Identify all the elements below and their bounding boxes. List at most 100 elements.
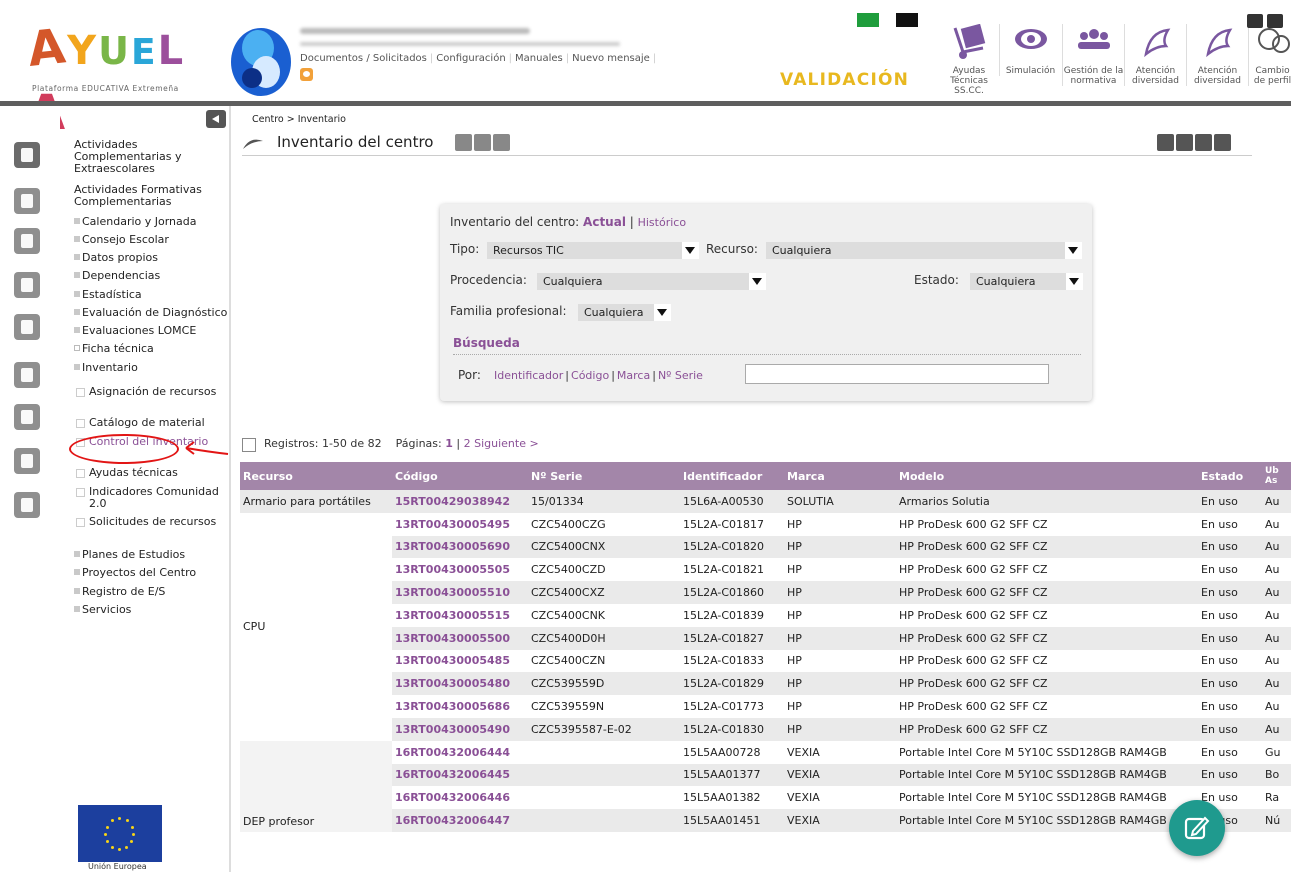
print-icon[interactable] — [493, 134, 510, 151]
cell-codigo[interactable]: 13RT00430005480 — [392, 672, 528, 696]
alumnado-icon[interactable] — [14, 272, 40, 298]
tool-ayudas-tecnicas[interactable]: Ayudas Técnicas SS.CC. — [938, 23, 1000, 96]
compose-button[interactable] — [1169, 800, 1225, 856]
search-by-marca[interactable]: Marca — [617, 369, 650, 382]
search-by-identificador[interactable]: Identificador — [494, 369, 563, 382]
table-row[interactable]: 16RT00432006447 15L5AA01451 VEXIA Portab… — [240, 809, 1291, 832]
user-support-icon[interactable] — [14, 492, 40, 518]
cell-codigo[interactable]: 16RT00432006446 — [392, 786, 528, 810]
centro-icon[interactable] — [14, 142, 40, 168]
col-marca[interactable]: Marca — [784, 462, 896, 490]
menu-registro-es[interactable]: Registro de E/S — [74, 586, 230, 598]
transfer-icon[interactable] — [1176, 134, 1193, 151]
documentos-link[interactable]: Documentos / Solicitados — [300, 53, 427, 64]
configuracion-link[interactable]: Configuración — [436, 53, 505, 64]
submenu-ayudas-tecnicas[interactable]: Ayudas técnicas — [74, 467, 230, 479]
exit-icon[interactable] — [1267, 14, 1283, 28]
table-row[interactable]: 13RT00430005686 CZC539559N 15L2A-C01773 … — [240, 695, 1291, 718]
message-icon[interactable] — [300, 68, 313, 81]
menu-ficha-tecnica[interactable]: Ficha técnica — [74, 343, 230, 355]
col-estado[interactable]: Estado — [1198, 462, 1262, 490]
menu-planes-estudios[interactable]: Planes de Estudios — [74, 549, 230, 561]
table-row[interactable]: Armario para portátiles 15RT00429038942 … — [240, 490, 1291, 513]
next-page-link[interactable]: Siguiente > — [474, 437, 539, 450]
cell-codigo[interactable]: 13RT00430005515 — [392, 603, 528, 627]
search-input[interactable] — [745, 364, 1049, 384]
menu-consejo-escolar[interactable]: Consejo Escolar — [74, 234, 230, 246]
tool-atencion-diversidad-1[interactable]: Atención diversidad — [1124, 24, 1186, 86]
tool-gestion-normativa[interactable]: Gestión de la normativa — [1062, 24, 1124, 86]
submenu-catalogo-material[interactable]: Catálogo de material — [74, 417, 230, 429]
cell-codigo[interactable]: 13RT00430005505 — [392, 558, 528, 582]
page-1-link[interactable]: 1 — [445, 437, 453, 450]
submenu-asignacion-recursos[interactable]: Asignación de recursos — [74, 386, 230, 398]
table-row[interactable]: 13RT00430005485 CZC5400CZN 15L2A-C01833 … — [240, 649, 1291, 673]
menu-evaluaciones-lomce[interactable]: Evaluaciones LOMCE — [74, 325, 230, 337]
col-serie[interactable]: Nº Serie — [528, 462, 680, 490]
tool-atencion-diversidad-2[interactable]: Atención diversidad — [1186, 24, 1248, 86]
manuales-link[interactable]: Manuales — [515, 53, 563, 64]
gear-icon[interactable] — [14, 448, 40, 474]
col-modelo[interactable]: Modelo — [896, 462, 1198, 490]
actual-link[interactable]: Actual — [583, 215, 626, 229]
next-icon[interactable] — [455, 134, 472, 151]
breadcrumb[interactable]: Centro > Inventario — [252, 114, 346, 125]
page-2-link[interactable]: 2 — [464, 437, 471, 450]
profesorado-icon[interactable] — [14, 188, 40, 214]
table-row[interactable]: DEP profesor 16RT00432006444 15L5AA00728… — [240, 740, 1291, 832]
menu-proyectos-centro[interactable]: Proyectos del Centro — [74, 567, 230, 579]
table-row[interactable]: 16RT00432006446 15L5AA01382 VEXIA Portab… — [240, 786, 1291, 810]
cell-codigo[interactable]: 13RT00430005510 — [392, 581, 528, 604]
col-ubicacion[interactable]: Ub As — [1262, 462, 1291, 490]
validacion-label[interactable]: VALIDACIÓN — [780, 70, 909, 90]
back-icon[interactable] — [1214, 134, 1231, 151]
table-row[interactable]: 13RT00430005515 CZC5400CNK 15L2A-C01839 … — [240, 603, 1291, 627]
estado-select[interactable]: Cualquiera — [970, 273, 1083, 290]
menu-servicios[interactable]: Servicios — [74, 604, 230, 616]
cell-codigo[interactable]: 13RT00430005686 — [392, 695, 528, 718]
search-by-codigo[interactable]: Código — [571, 369, 609, 382]
recurso-select[interactable]: Cualquiera — [766, 242, 1082, 259]
menu-actividades-formativas[interactable]: Actividades Formativas Complementarias — [74, 184, 230, 208]
table-row[interactable]: 13RT00430005510 CZC5400CXZ 15L2A-C01860 … — [240, 581, 1291, 604]
col-codigo[interactable]: Código — [392, 462, 528, 490]
menu-dependencias[interactable]: Dependencias — [74, 270, 230, 282]
col-identificador[interactable]: Identificador — [680, 462, 784, 490]
new-document-icon[interactable] — [1157, 134, 1174, 151]
monitor-icon[interactable] — [14, 314, 40, 340]
table-row[interactable]: 13RT00430005490 CZC5395587-E-02 15L2A-C0… — [240, 717, 1291, 741]
table-row[interactable]: 13RT00430005505 CZC5400CZD 15L2A-C01821 … — [240, 558, 1291, 582]
collapse-sidebar-button[interactable] — [206, 110, 226, 128]
tool-cambio-perfil[interactable]: Cambio de perfil — [1248, 24, 1291, 86]
menu-datos-propios[interactable]: Datos propios — [74, 252, 230, 264]
id-card-icon[interactable] — [14, 228, 40, 254]
cell-codigo[interactable]: 15RT00429038942 — [392, 490, 528, 513]
copy-icon[interactable] — [474, 134, 491, 151]
menu-estadistica[interactable]: Estadística — [74, 289, 230, 301]
table-row[interactable]: 13RT00430005480 CZC539559D 15L2A-C01829 … — [240, 672, 1291, 696]
nuevo-mensaje-link[interactable]: Nuevo mensaje — [572, 53, 650, 64]
col-recurso[interactable]: Recurso — [240, 462, 392, 490]
submenu-indicadores[interactable]: Indicadores Comunidad 2.0 — [74, 486, 230, 510]
menu-inventario[interactable]: Inventario — [74, 362, 230, 374]
menu-calendario[interactable]: Calendario y Jornada — [74, 216, 230, 228]
home-icon[interactable] — [1247, 14, 1263, 28]
assign-icon[interactable] — [1195, 134, 1212, 151]
menu-actividades-complementarias[interactable]: Actividades Complementarias y Extraescol… — [74, 139, 230, 175]
search-by-serie[interactable]: Nº Serie — [658, 369, 703, 382]
familia-select[interactable]: Cualquiera — [578, 304, 671, 321]
cell-codigo[interactable]: 13RT00430005500 — [392, 626, 528, 650]
cell-codigo[interactable]: 13RT00430005690 — [392, 535, 528, 559]
tool-simulacion[interactable]: Simulación — [999, 24, 1061, 76]
table-row[interactable]: 13RT00430005500 CZC5400D0H 15L2A-C01827 … — [240, 626, 1291, 650]
cell-codigo[interactable]: 16RT00432006444 — [392, 740, 528, 764]
ayuela-logo[interactable]: AYUELA Plataforma EDUCATIVA Extremeña — [25, 18, 213, 141]
cell-codigo[interactable]: 16RT00432006445 — [392, 763, 528, 787]
cell-codigo[interactable]: 13RT00430005485 — [392, 649, 528, 673]
procedencia-select[interactable]: Cualquiera — [537, 273, 766, 290]
table-row[interactable]: 13RT00430005690 CZC5400CNX 15L2A-C01820 … — [240, 535, 1291, 559]
menu-evaluacion-diagnostico[interactable]: Evaluación de Diagnóstico — [74, 307, 230, 319]
cell-codigo[interactable]: 16RT00432006447 — [392, 809, 528, 832]
table-row[interactable]: 16RT00432006445 15L5AA01377 VEXIA Portab… — [240, 763, 1291, 787]
table-row[interactable]: CPU 13RT00430005495 CZC5400CZG 15L2A-C01… — [240, 512, 1291, 741]
